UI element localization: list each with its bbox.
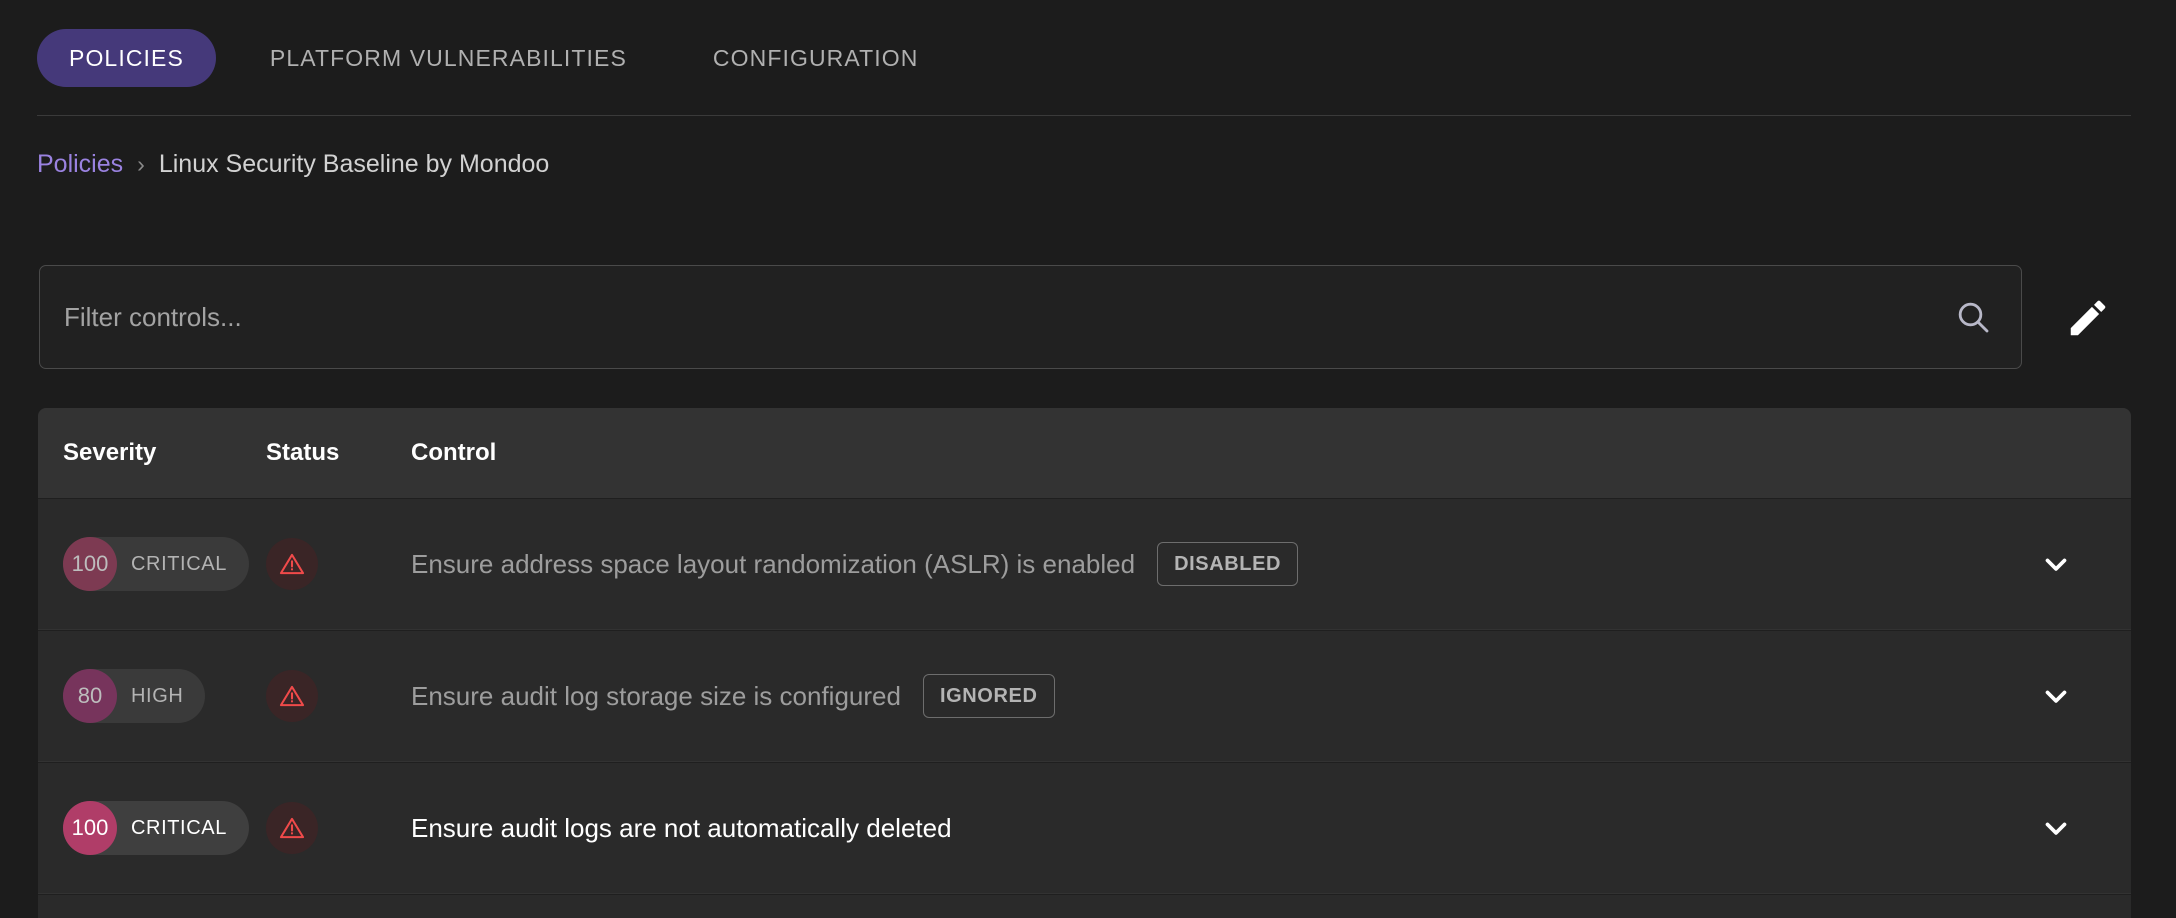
- policy-controls-page: POLICIES PLATFORM VULNERABILITIES CONFIG…: [0, 0, 2176, 918]
- table-row[interactable]: 100 CRITICAL Ensure address space layout…: [38, 498, 2131, 630]
- column-header-status: Status: [266, 439, 340, 466]
- breadcrumb-current-page: Linux Security Baseline by Mondoo: [158, 150, 550, 178]
- controls-table: Severity Status Control 100 CRITICAL Ens…: [38, 408, 2131, 918]
- cell-control: Ensure audit logs are not automatically …: [411, 813, 1981, 844]
- cell-status: [266, 670, 411, 722]
- control-status-tag: DISABLED: [1157, 542, 1299, 586]
- severity-label: CRITICAL: [131, 816, 227, 839]
- severity-badge: 100 CRITICAL: [63, 537, 249, 591]
- cell-severity: 100 CRITICAL: [38, 801, 266, 855]
- breadcrumb-link-policies[interactable]: Policies: [37, 150, 123, 179]
- cell-severity: 100 CRITICAL: [38, 537, 266, 591]
- warning-triangle-icon: [266, 670, 318, 722]
- control-title: Ensure audit logs are not automatically …: [411, 812, 952, 843]
- edit-policy-button[interactable]: [2065, 295, 2111, 341]
- tab-configuration-label: CONFIGURATION: [712, 44, 919, 71]
- tab-policies[interactable]: POLICIES: [37, 29, 216, 87]
- control-status-tag: IGNORED: [922, 674, 1055, 718]
- severity-badge: 100 CRITICAL: [63, 801, 249, 855]
- warning-triangle-icon: [266, 802, 318, 854]
- filter-controls-input[interactable]: [64, 301, 1953, 333]
- tab-policies-label: POLICIES: [69, 44, 184, 71]
- chevron-down-icon[interactable]: [2039, 547, 2073, 581]
- table-row[interactable]: [38, 894, 2131, 918]
- warning-triangle-icon: [266, 538, 318, 590]
- main-tab-bar: POLICIES PLATFORM VULNERABILITIES CONFIG…: [0, 0, 2176, 116]
- filter-controls-bar[interactable]: [39, 265, 2022, 369]
- cell-expand[interactable]: [1981, 679, 2131, 713]
- severity-badge: 80 HIGH: [63, 669, 206, 723]
- breadcrumb: Policies › Linux Security Baseline by Mo…: [37, 150, 549, 179]
- search-icon[interactable]: [1953, 297, 1993, 337]
- tab-bar-divider: [37, 115, 2131, 116]
- cell-control: Ensure audit log storage size is configu…: [411, 674, 1981, 718]
- cell-severity: 80 HIGH: [38, 669, 266, 723]
- tab-platform-vulnerabilities[interactable]: PLATFORM VULNERABILITIES: [238, 29, 659, 87]
- chevron-down-icon[interactable]: [2039, 811, 2073, 845]
- severity-label: HIGH: [131, 684, 184, 707]
- breadcrumb-separator-icon: ›: [137, 151, 145, 177]
- control-title: Ensure address space layout randomizatio…: [411, 548, 1136, 579]
- severity-score: 80: [63, 669, 117, 723]
- control-title: Ensure audit log storage size is configu…: [411, 680, 901, 711]
- severity-label: CRITICAL: [131, 552, 227, 575]
- table-row[interactable]: 100 CRITICAL Ensure audit logs are not a…: [38, 762, 2131, 894]
- cell-expand[interactable]: [1981, 547, 2131, 581]
- chevron-down-icon[interactable]: [2039, 679, 2073, 713]
- controls-table-header: Severity Status Control: [38, 408, 2131, 498]
- table-row[interactable]: 80 HIGH Ensure audit log storage size is…: [38, 630, 2131, 762]
- column-header-severity: Severity: [63, 439, 157, 466]
- cell-status: [266, 802, 411, 854]
- cell-control: Ensure address space layout randomizatio…: [411, 542, 1981, 586]
- severity-score: 100: [63, 537, 117, 591]
- tab-configuration[interactable]: CONFIGURATION: [681, 29, 951, 87]
- severity-score: 100: [63, 801, 117, 855]
- cell-status: [266, 538, 411, 590]
- column-header-control: Control: [411, 439, 497, 466]
- cell-expand[interactable]: [1981, 811, 2131, 845]
- tab-platform-vulnerabilities-label: PLATFORM VULNERABILITIES: [269, 44, 627, 71]
- pencil-icon: [2070, 300, 2106, 336]
